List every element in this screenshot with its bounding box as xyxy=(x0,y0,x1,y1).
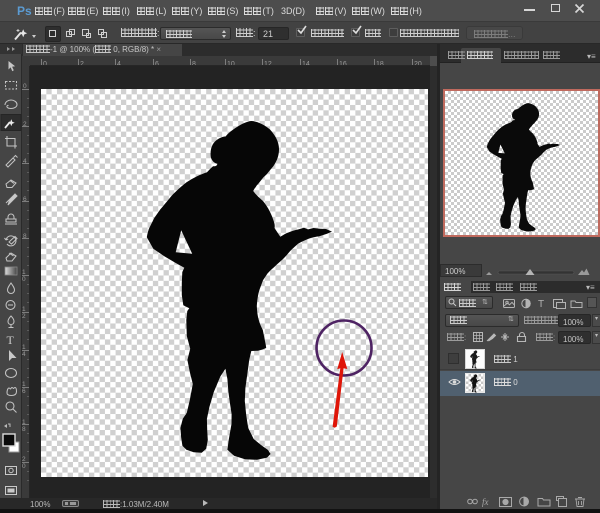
svg-text:1: 1 xyxy=(22,344,26,351)
svg-text:1: 1 xyxy=(22,306,26,313)
svg-text:8: 8 xyxy=(22,426,26,433)
svg-text:0: 0 xyxy=(22,276,26,283)
svg-text:1: 1 xyxy=(22,381,26,388)
svg-text:0: 0 xyxy=(23,83,27,90)
svg-text:4: 4 xyxy=(22,351,26,358)
svg-text:fx: fx xyxy=(482,497,489,507)
svg-text:T: T xyxy=(538,299,544,309)
svg-text:T: T xyxy=(7,333,15,347)
svg-text:2: 2 xyxy=(22,456,26,463)
svg-text:1: 1 xyxy=(22,269,26,276)
svg-text:2: 2 xyxy=(22,313,26,320)
svg-text:0: 0 xyxy=(22,463,26,470)
svg-text:6: 6 xyxy=(22,388,26,395)
